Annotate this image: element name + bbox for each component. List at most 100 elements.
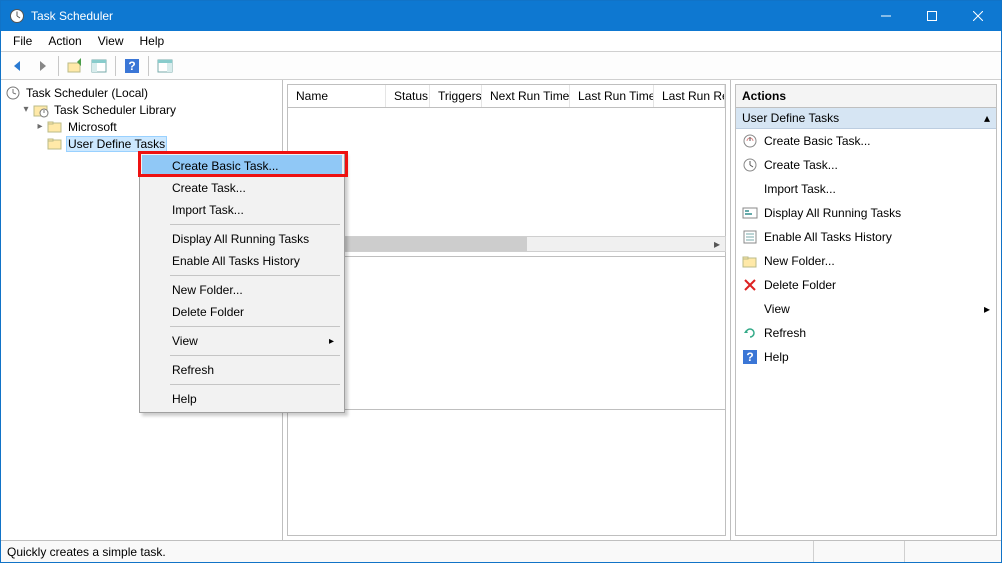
action-view[interactable]: View ▸ (736, 297, 996, 321)
menu-file[interactable]: File (5, 32, 40, 50)
tree-user-define-label: User Define Tasks (66, 136, 167, 152)
submenu-arrow-icon: ▸ (984, 302, 990, 316)
expand-toggle (33, 138, 47, 149)
action-label: Enable All Tasks History (764, 230, 892, 244)
svg-text:?: ? (128, 59, 135, 73)
ctx-create-task[interactable]: Create Task... (142, 177, 342, 199)
scroll-right-button[interactable]: ▸ (709, 237, 725, 251)
ctx-display-running[interactable]: Display All Running Tasks (142, 228, 342, 250)
action-new-folder[interactable]: New Folder... (736, 249, 996, 273)
delete-icon (742, 277, 758, 293)
folder-icon (47, 119, 63, 135)
action-create-task[interactable]: Create Task... (736, 153, 996, 177)
status-text: Quickly creates a simple task. (7, 545, 813, 559)
action-label: View (764, 302, 790, 316)
folder-icon (47, 136, 63, 152)
window-title: Task Scheduler (31, 9, 863, 23)
ctx-label: Display All Running Tasks (172, 232, 309, 246)
wizard-icon (742, 133, 758, 149)
col-triggers[interactable]: Triggers (430, 85, 482, 107)
tree-microsoft-label: Microsoft (66, 120, 119, 134)
ctx-import-task[interactable]: Import Task... (142, 199, 342, 221)
action-refresh[interactable]: Refresh (736, 321, 996, 345)
tree-root[interactable]: Task Scheduler (Local) (5, 84, 282, 101)
maximize-button[interactable] (909, 1, 955, 31)
action-label: Delete Folder (764, 278, 836, 292)
up-button[interactable] (64, 55, 86, 77)
scroll-track[interactable] (304, 237, 709, 251)
library-icon (33, 102, 49, 118)
action-help[interactable]: ? Help (736, 345, 996, 369)
ctx-label: New Folder... (172, 283, 243, 297)
collapse-icon: ▴ (984, 111, 990, 125)
ctx-delete-folder[interactable]: Delete Folder (142, 301, 342, 323)
help-button[interactable]: ? (121, 55, 143, 77)
tree-user-define[interactable]: User Define Tasks (5, 135, 282, 152)
col-status[interactable]: Status (386, 85, 430, 107)
expand-toggle[interactable]: ▸ (33, 121, 47, 132)
actions-header: Actions (735, 84, 997, 108)
minimize-button[interactable] (863, 1, 909, 31)
app-window: Task Scheduler File Action View Help ? T… (0, 0, 1002, 563)
status-bar: Quickly creates a simple task. (1, 540, 1001, 562)
refresh-icon (742, 325, 758, 341)
col-last-result[interactable]: Last Run Result (654, 85, 725, 107)
action-label: Refresh (764, 326, 806, 340)
ctx-view[interactable]: View▸ (142, 330, 342, 352)
toolbar-separator (58, 56, 59, 76)
ctx-enable-history[interactable]: Enable All Tasks History (142, 250, 342, 272)
svg-text:?: ? (746, 350, 753, 364)
ctx-label: Enable All Tasks History (172, 254, 300, 268)
action-label: Import Task... (764, 182, 836, 196)
col-last-run[interactable]: Last Run Time (570, 85, 654, 107)
ctx-new-folder[interactable]: New Folder... (142, 279, 342, 301)
window-buttons (863, 1, 1001, 31)
forward-button[interactable] (31, 55, 53, 77)
expand-toggle[interactable]: ▾ (19, 104, 33, 115)
menu-action[interactable]: Action (40, 32, 89, 50)
actions-section-header[interactable]: User Define Tasks ▴ (736, 108, 996, 129)
menu-view[interactable]: View (90, 32, 132, 50)
task-list-pane: Name Status Triggers Next Run Time Last … (283, 80, 731, 540)
ctx-create-basic-task[interactable]: Create Basic Task... (142, 155, 342, 177)
action-label: New Folder... (764, 254, 835, 268)
ctx-separator (170, 224, 340, 225)
show-hide-tree-button[interactable] (88, 55, 110, 77)
task-icon (742, 157, 758, 173)
action-enable-history[interactable]: Enable All Tasks History (736, 225, 996, 249)
action-label: Display All Running Tasks (764, 206, 901, 220)
status-separator (904, 541, 905, 562)
ctx-label: Create Basic Task... (172, 159, 279, 173)
ctx-help[interactable]: Help (142, 388, 342, 410)
tree-library[interactable]: ▾ Task Scheduler Library (5, 101, 282, 118)
action-import-task[interactable]: Import Task... (736, 177, 996, 201)
submenu-arrow-icon: ▸ (329, 336, 334, 347)
menu-help[interactable]: Help (132, 32, 173, 50)
ctx-label: Delete Folder (172, 305, 244, 319)
show-hide-action-button[interactable] (154, 55, 176, 77)
actions-section-title: User Define Tasks (742, 111, 839, 125)
action-display-running[interactable]: Display All Running Tasks (736, 201, 996, 225)
ctx-refresh[interactable]: Refresh (142, 359, 342, 381)
col-name[interactable]: Name (288, 85, 386, 107)
detail-pane (287, 256, 726, 536)
horizontal-scrollbar[interactable]: ◂ ▸ (287, 236, 726, 252)
back-button[interactable] (7, 55, 29, 77)
action-delete-folder[interactable]: Delete Folder (736, 273, 996, 297)
status-separator (813, 541, 814, 562)
ctx-label: Create Task... (172, 181, 246, 195)
blank-icon (742, 301, 758, 317)
col-next-run[interactable]: Next Run Time (482, 85, 570, 107)
history-icon (742, 229, 758, 245)
tree-microsoft[interactable]: ▸ Microsoft (5, 118, 282, 135)
toolbar-separator (148, 56, 149, 76)
context-menu: Create Basic Task... Create Task... Impo… (139, 152, 345, 413)
menu-bar: File Action View Help (1, 31, 1001, 52)
action-create-basic-task[interactable]: Create Basic Task... (736, 129, 996, 153)
close-button[interactable] (955, 1, 1001, 31)
new-folder-icon (742, 253, 758, 269)
toolbar: ? (1, 52, 1001, 80)
title-bar: Task Scheduler (1, 1, 1001, 31)
app-icon (9, 8, 25, 24)
clock-icon (5, 85, 21, 101)
